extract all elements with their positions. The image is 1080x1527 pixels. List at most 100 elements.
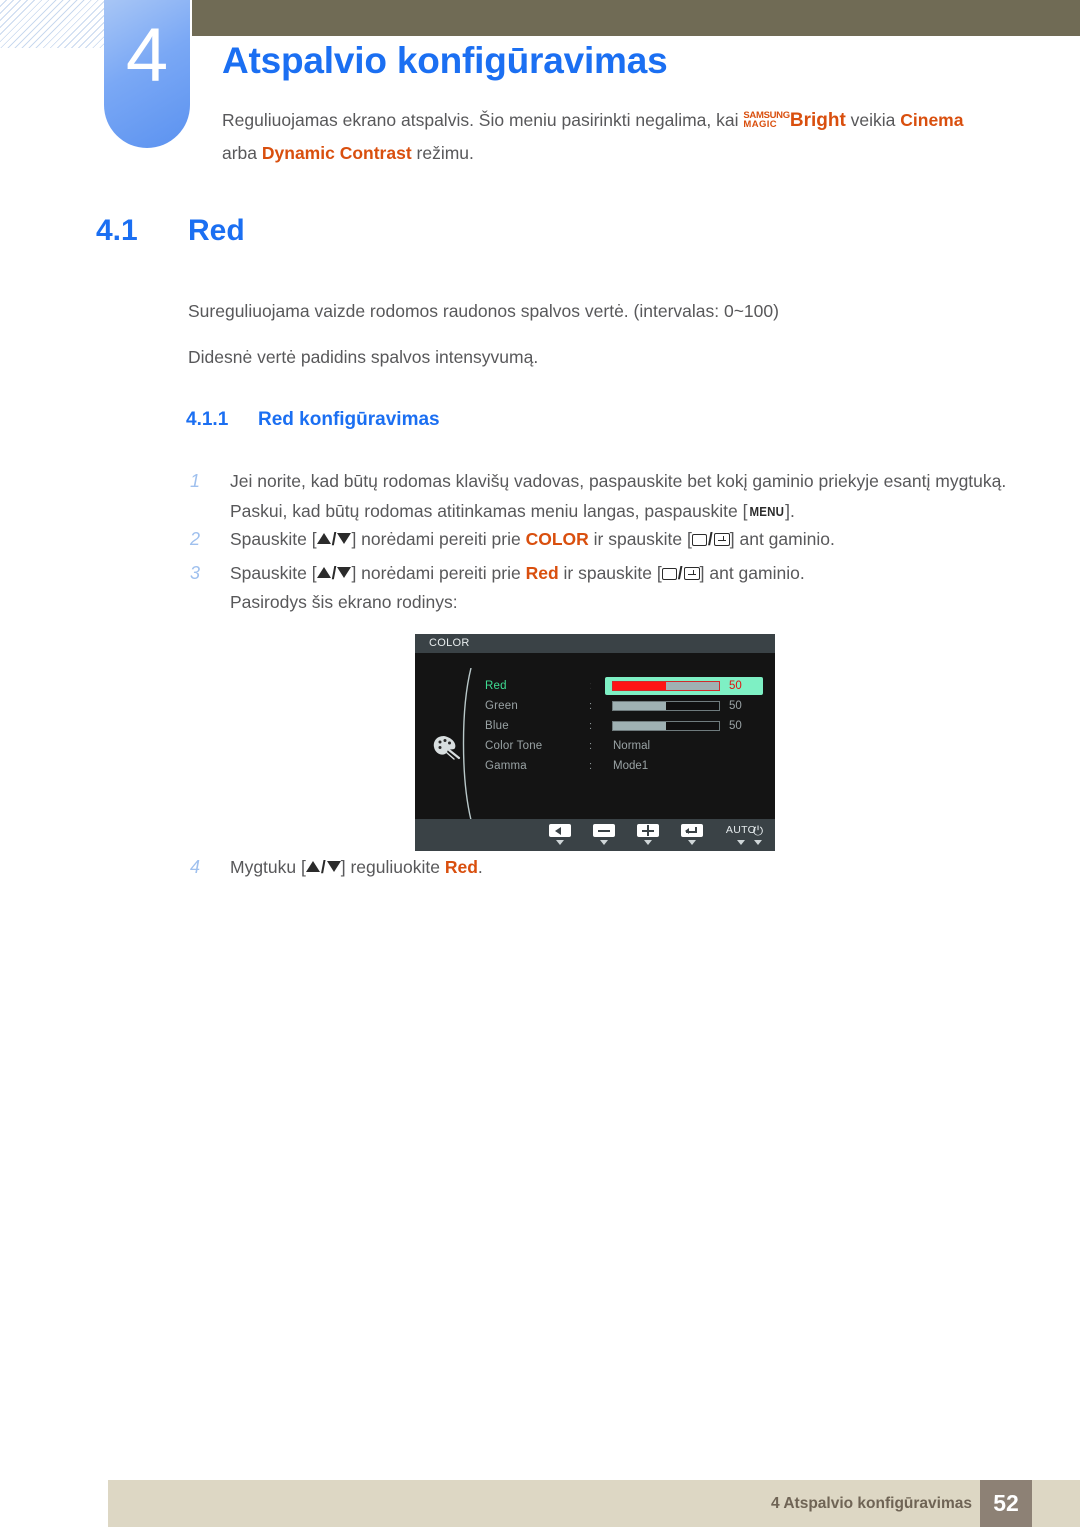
- palette-icon: [433, 736, 461, 760]
- step-3-part-b: ] norėdami pereiti prie: [351, 563, 526, 583]
- caret-down-icon: [688, 840, 696, 845]
- chapter-intro-part2: veikia: [845, 110, 901, 130]
- section-heading: 4.1 Red: [96, 214, 245, 248]
- osd-row-label: Color Tone: [485, 740, 543, 752]
- chapter-intro: Reguliuojamas ekrano atspalvis. Šio meni…: [222, 104, 1022, 169]
- enter-key-icon: [683, 567, 700, 580]
- osd-slider-fill: [613, 722, 666, 730]
- step-4-part-a: Mygtuku [: [230, 857, 306, 877]
- key-separator: /: [707, 529, 713, 549]
- osd-row-colon: :: [589, 740, 593, 752]
- step-2-index: 2: [190, 529, 201, 549]
- subsection-title: Red konfigūravimas: [258, 409, 440, 430]
- osd-row-value: 50: [729, 680, 742, 692]
- section-number: 4.1: [96, 214, 138, 247]
- step-1-line1: Jei norite, kad būtų rodomas klavišų vad…: [230, 471, 1007, 491]
- step-2: 2 Spauskite [/] norėdami pereiti prie CO…: [190, 524, 1050, 554]
- osd-row-colon: :: [589, 680, 593, 692]
- osd-row-color-tone[interactable]: Color Tone : Normal: [477, 736, 769, 756]
- osd-row-blue[interactable]: Blue : 50: [477, 716, 769, 736]
- footer-text: 4 Atspalvio konfigūravimas: [771, 1495, 972, 1512]
- hatch-decoration: [0, 0, 108, 48]
- osd-button-minus[interactable]: [593, 824, 615, 845]
- step-3-target: Red: [525, 563, 559, 583]
- arrow-down-icon: [337, 533, 352, 544]
- osd-row-value: 50: [729, 700, 742, 712]
- chapter-intro-part1: Reguliuojamas ekrano atspalvis. Šio meni…: [222, 110, 744, 130]
- mode-dynamic-contrast: Dynamic Contrast: [261, 143, 412, 163]
- osd-row-gamma[interactable]: Gamma : Mode1: [477, 756, 769, 776]
- arrow-up-icon: [316, 533, 331, 544]
- plus-icon: [637, 824, 659, 837]
- osd-row-label: Green: [485, 700, 518, 712]
- step-3: 3 Spauskite [ / ] norėdami pereiti prie Re…: [190, 558, 1050, 588]
- menu-key-icon: MENU: [749, 505, 784, 519]
- osd-row-colon: :: [589, 720, 593, 732]
- step-4-part-c: .: [477, 857, 483, 877]
- arrow-up-icon: [305, 861, 320, 872]
- step-2-part-c: ir spauskite [: [588, 529, 692, 549]
- magicbright-label: Bright: [789, 110, 846, 131]
- osd-slider-fill: [613, 702, 666, 710]
- key-separator: /: [331, 563, 337, 583]
- osd-button-plus[interactable]: [637, 824, 659, 845]
- osd-menu-rows: Red : 50 Green : 50 Blue : 50 Color Tone: [477, 676, 769, 776]
- step-3-index: 3: [190, 563, 201, 583]
- source-key-icon: [661, 568, 677, 580]
- step-1-line2b: ].: [785, 501, 795, 521]
- enter-icon: [681, 824, 703, 837]
- osd-slider-track[interactable]: [612, 701, 720, 711]
- step-2-target: COLOR: [525, 529, 589, 549]
- source-key-icon: [691, 534, 707, 546]
- osd-row-value: Normal: [613, 740, 651, 752]
- osd-slider-track[interactable]: [612, 681, 720, 691]
- caret-down-icon: [556, 840, 564, 845]
- step-2-part-d: ] ant gaminio.: [729, 529, 835, 549]
- step-3-part-a: Spauskite [: [230, 563, 317, 583]
- enter-key-icon: [713, 533, 730, 546]
- osd-row-value: Mode1: [613, 760, 649, 772]
- step-1-line2a: Paskui, kad būtų rodomas atitinkamas men…: [230, 501, 748, 521]
- step-1-text: Jei norite, kad būtų rodomas klavišų vad…: [230, 466, 1050, 527]
- osd-slider-track[interactable]: [612, 721, 720, 731]
- caret-down-icon: [644, 840, 652, 845]
- subsection-number: 4.1.1: [186, 409, 229, 430]
- power-icon: ⏻: [752, 823, 764, 838]
- samsung-magic-logo: SAMSUNG MAGIC: [743, 110, 790, 129]
- step-4: 4 Mygtuku [/] reguliuokite Red.: [190, 852, 1050, 882]
- olive-header-bar: [192, 0, 1080, 36]
- chapter-intro-part4: režimu.: [411, 143, 474, 163]
- osd-row-colon: :: [589, 760, 593, 772]
- chapter-number: 4: [125, 13, 169, 98]
- section-title: Red: [188, 214, 245, 247]
- chapter-intro-part3: arba: [222, 143, 262, 163]
- osd-screenshot: COLOR Red : 50 Green : 50 Blue: 50 Colo…: [415, 634, 775, 851]
- step-4-target: Red: [444, 857, 478, 877]
- mode-cinema: Cinema: [900, 110, 964, 130]
- osd-row-green[interactable]: Green : 50: [477, 696, 769, 716]
- chapter-title: Atspalvio konfigūravimas: [222, 40, 668, 81]
- subsection-heading: 4.1.1 Red konfigūravimas: [186, 409, 440, 431]
- key-separator: /: [331, 529, 337, 549]
- osd-button-bar: AUTO ⏻: [415, 819, 775, 851]
- osd-button-back[interactable]: [549, 824, 571, 845]
- step-4-index: 4: [190, 857, 201, 877]
- step-3-followup: Pasirodys šis ekrano rodinys:: [190, 587, 1050, 617]
- osd-slider-fill: [613, 682, 666, 690]
- step-1-index: 1: [190, 471, 201, 491]
- caret-down-icon: [754, 840, 762, 845]
- section-paragraph-2: Didesnė vertė padidins spalvos intensyvu…: [188, 347, 539, 367]
- arrow-up-icon: [316, 567, 331, 578]
- key-separator: /: [677, 563, 683, 583]
- step-3-text: Spauskite [/] norėdami pereiti prie Red …: [230, 558, 1050, 588]
- chapter-number-tab: 4: [104, 0, 190, 148]
- step-3-followup-text: Pasirodys šis ekrano rodinys:: [230, 592, 458, 612]
- osd-row-label: Blue: [485, 720, 509, 732]
- back-icon: [549, 824, 571, 837]
- osd-row-red[interactable]: Red : 50: [477, 676, 769, 696]
- step-2-text: Spauskite [/] norėdami pereiti prie COLO…: [230, 524, 1050, 554]
- osd-button-enter[interactable]: [681, 824, 703, 845]
- osd-button-power[interactable]: ⏻: [747, 824, 769, 845]
- caret-down-icon: [600, 840, 608, 845]
- step-2-part-a: Spauskite [: [230, 529, 317, 549]
